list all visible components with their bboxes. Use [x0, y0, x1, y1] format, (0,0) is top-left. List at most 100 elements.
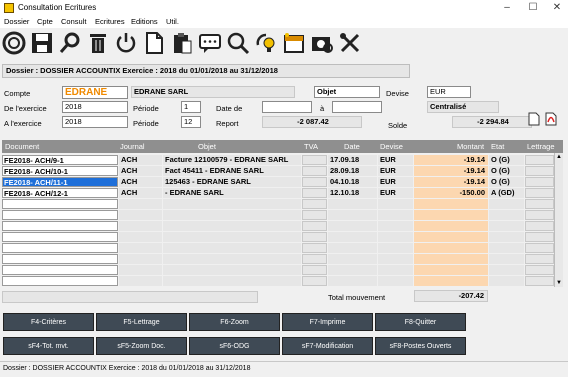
fn-button-2-1[interactable]: sF4-Tot. mvt. [3, 337, 94, 355]
col-document[interactable]: Document [5, 142, 39, 151]
periode-to-field[interactable]: 12 [181, 116, 201, 128]
fn-button-1-1[interactable]: F4-Critères [3, 313, 94, 331]
menu-editions[interactable]: Editions [131, 17, 158, 26]
table-row[interactable] [2, 243, 554, 254]
cell-objet: Fact 45411 - EDRANE SARL [163, 166, 301, 176]
cell-lettrage [525, 199, 554, 209]
cell-doc: FE2018- ACH/12-1 [2, 188, 118, 198]
cell-lettrage [525, 188, 554, 198]
camera-search-icon[interactable] [310, 31, 334, 55]
close-button[interactable]: ✕ [550, 2, 564, 13]
cell-doc [2, 243, 118, 253]
cell-etat: A (GD) [489, 188, 524, 198]
menu-dossier[interactable]: Dossier [4, 17, 29, 26]
table-row[interactable] [2, 199, 554, 210]
cell-tva [302, 188, 327, 198]
col-lettrage[interactable]: Lettrage [527, 142, 555, 151]
col-devise[interactable]: Devise [380, 142, 403, 151]
cell-doc [2, 254, 118, 264]
col-etat[interactable]: Etat [491, 142, 504, 151]
table-row[interactable]: FE2018- ACH/10-1 ACH Fact 45411 - EDRANE S… [2, 166, 554, 177]
cell-objet: Facture 12100579 - EDRANE SARL [163, 155, 301, 165]
fn-button-1-4[interactable]: F7-Imprime [282, 313, 373, 331]
menu-consult[interactable]: Consult [61, 17, 86, 26]
date-a-field[interactable] [332, 101, 382, 113]
table-row[interactable]: FE2018- ACH/12-1 ACH - EDRANE SARL 12.10.1… [2, 188, 554, 199]
solde-value: -2 294.84 [452, 116, 532, 128]
cell-devise [378, 210, 413, 220]
scroll-down-icon[interactable]: ▼ [555, 279, 563, 287]
scroll-up-icon[interactable]: ▲ [555, 153, 563, 161]
cell-doc [2, 199, 118, 209]
fn-button-2-5[interactable]: sF8-Postes Ouverts [375, 337, 466, 355]
table-row[interactable] [2, 232, 554, 243]
fn-button-2-4[interactable]: sF7-Modification [282, 337, 373, 355]
compte-label: Compte [4, 89, 31, 98]
document-icon[interactable] [142, 31, 166, 55]
compte-field[interactable]: EDRANE [62, 86, 128, 99]
clipboard-icon[interactable] [170, 31, 194, 55]
status-bar: Dossier : DOSSIER ACCOUNTIX Exercice : 2… [0, 361, 568, 377]
table-row[interactable] [2, 265, 554, 276]
cell-etat: O (G) [489, 155, 524, 165]
menu-util[interactable]: Util. [166, 17, 179, 26]
cell-etat [489, 265, 524, 275]
minimize-button[interactable]: – [500, 2, 514, 13]
search-icon[interactable] [58, 31, 82, 55]
table-row[interactable]: FE2018- ACH/11-1 ACH 125463 - EDRANE SARL 0… [2, 177, 554, 188]
col-objet[interactable]: Objet [198, 142, 216, 151]
de-exercice-label: De l'exercice [4, 104, 47, 113]
periode-from-field[interactable]: 1 [181, 101, 201, 113]
col-date[interactable]: Date [344, 142, 360, 151]
fn-button-2-3[interactable]: sF6-ODG [189, 337, 280, 355]
grid-body: FE2018- ACH/9-1 ACH Facture 12100579 - EDR… [2, 153, 563, 287]
refresh-lightbulb-icon[interactable] [254, 31, 278, 55]
table-row[interactable] [2, 254, 554, 265]
cell-date [328, 276, 377, 286]
compte-name: EDRANE SARL [131, 86, 295, 98]
cell-tva [302, 155, 327, 165]
menu-ecritures[interactable]: Ecritures [95, 17, 125, 26]
fn-button-1-3[interactable]: F6-Zoom [189, 313, 280, 331]
maximize-button[interactable]: ☐ [526, 2, 540, 13]
cell-objet [163, 210, 301, 220]
grid-scrollbar[interactable]: ▲ ▼ [554, 153, 563, 287]
menu-bar: Dossier Cpte Consult Ecritures Editions … [0, 16, 568, 28]
a-exercice-field[interactable]: 2018 [62, 116, 128, 128]
fn-button-1-5[interactable]: F8-Quitter [375, 313, 466, 331]
cell-tva [302, 221, 327, 231]
col-tva[interactable]: TVA [304, 142, 318, 151]
cell-lettrage [525, 177, 554, 187]
table-row[interactable] [2, 276, 554, 287]
lifebuoy-icon[interactable] [2, 31, 26, 55]
cell-montant [414, 199, 488, 209]
menu-cpte[interactable]: Cpte [37, 17, 53, 26]
fn-button-1-2[interactable]: F5-Lettrage [96, 313, 187, 331]
table-row[interactable] [2, 221, 554, 232]
cell-etat [489, 232, 524, 242]
export-document-icon[interactable] [528, 112, 540, 126]
tools-icon[interactable] [338, 31, 362, 55]
comment-icon[interactable] [198, 31, 222, 55]
fn-button-2-2[interactable]: sF5-Zoom Doc. [96, 337, 187, 355]
toolbar [0, 28, 568, 58]
trash-icon[interactable] [86, 31, 110, 55]
cell-etat: O (G) [489, 166, 524, 176]
objet-field[interactable]: Objet [314, 86, 380, 98]
table-row[interactable] [2, 210, 554, 221]
calendar-icon[interactable] [282, 31, 306, 55]
devise-field[interactable]: EUR [427, 86, 471, 98]
power-icon[interactable] [114, 31, 138, 55]
cell-montant [414, 254, 488, 264]
date-de-field[interactable] [262, 101, 312, 113]
magnifier-icon[interactable] [226, 31, 250, 55]
cell-devise [378, 254, 413, 264]
col-montant[interactable]: Montant [457, 142, 484, 151]
save-icon[interactable] [30, 31, 54, 55]
table-row[interactable]: FE2018- ACH/9-1 ACH Facture 12100579 - EDR… [2, 155, 554, 166]
pdf-icon[interactable] [545, 112, 558, 126]
cell-devise: EUR [378, 177, 413, 187]
cell-journal [119, 243, 162, 253]
de-exercice-field[interactable]: 2018 [62, 101, 128, 113]
col-journal[interactable]: Journal [120, 142, 145, 151]
